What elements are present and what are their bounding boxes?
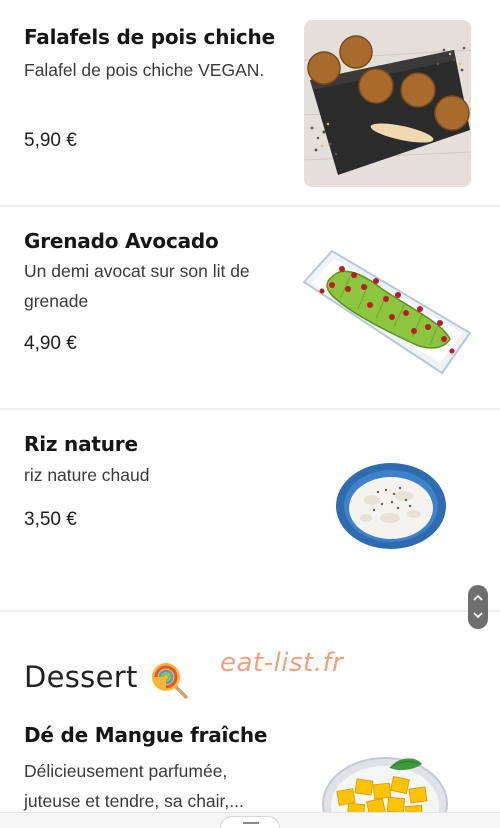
item-name: Riz nature [24,432,138,456]
item-description: Falafel de pois chiche VEGAN. [24,60,265,80]
menu-item-riz-nature[interactable]: Riz nature riz nature chaud 3,50 € [0,410,500,610]
rice-bowl-photo [336,463,446,549]
bottom-sheet-handle[interactable] [220,816,280,828]
avocado-photo [302,249,472,375]
watermark: eat-list.fr [220,648,344,678]
menu-item-grenado-avocado[interactable]: Grenado Avocado Un demi avocat sur son l… [0,207,500,408]
item-description: riz nature chaud [24,465,150,485]
item-description: Délicieusement parfumée, juteuse et tend… [24,761,244,811]
item-name: Falafels de pois chiche [24,25,275,49]
falafel-photo [304,20,471,187]
item-price: 4,90 € [24,333,77,354]
lollipop-icon [152,663,188,699]
item-name: Dé de Mangue fraîche [24,723,268,747]
section-title-dessert: Dessert [24,660,138,694]
menu-item-mangue[interactable]: Dé de Mangue fraîche Délicieusement parf… [0,712,500,824]
chevron-down-icon [473,612,483,619]
scroll-handle[interactable] [468,585,488,629]
item-name: Grenado Avocado [24,229,219,253]
chevron-up-icon [473,594,483,601]
item-price: 3,50 € [24,509,77,530]
item-price: 5,90 € [24,130,77,151]
item-description: Un demi avocat sur son lit de grenade [24,261,250,311]
menu-item-falafels[interactable]: Falafels de pois chiche Falafel de pois … [0,0,500,205]
section-divider [0,610,500,612]
